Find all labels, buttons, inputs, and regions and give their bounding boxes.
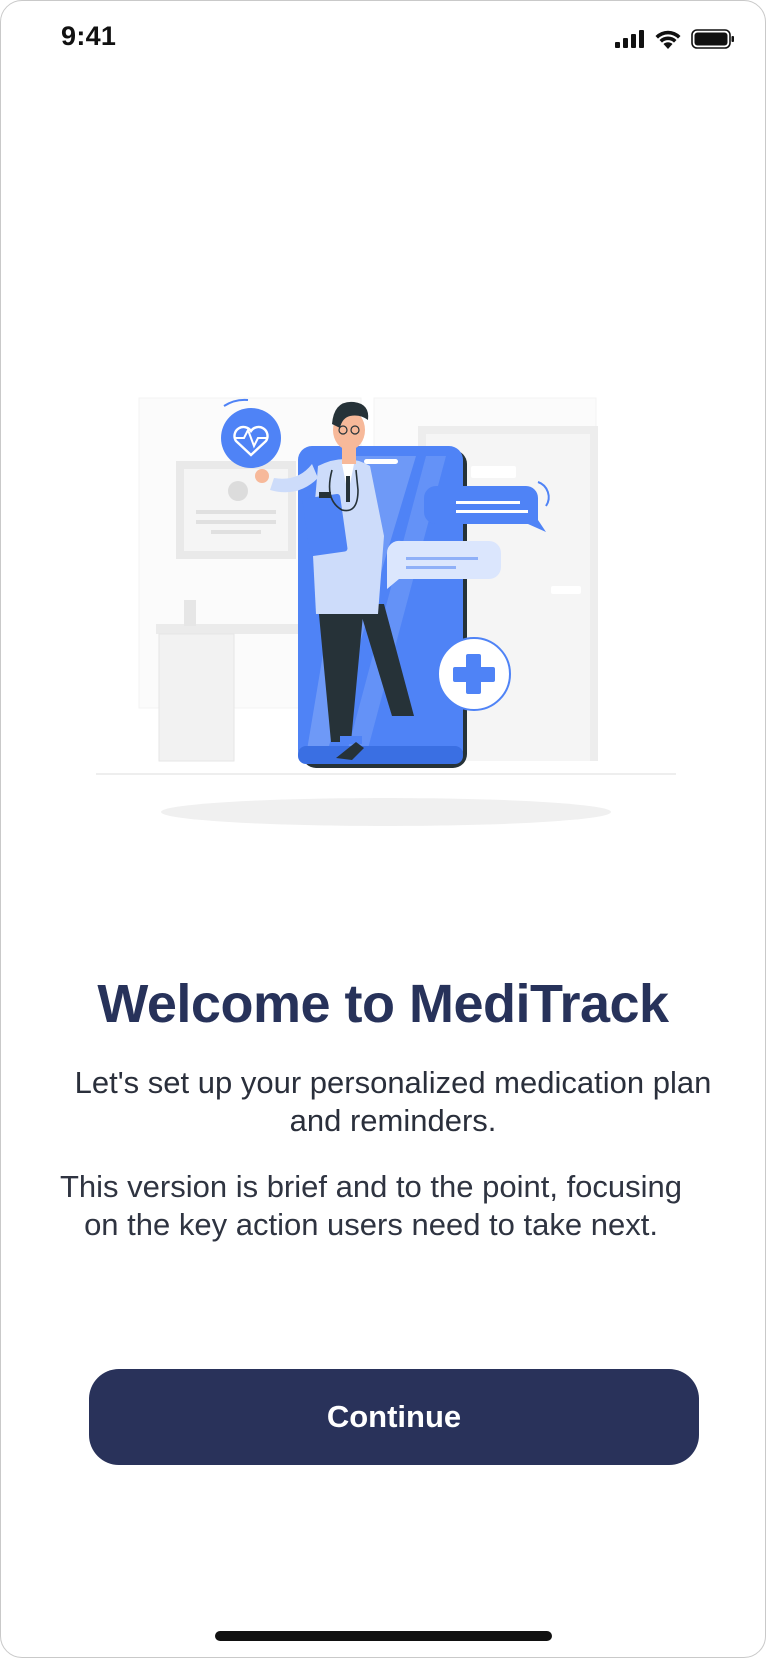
wifi-icon xyxy=(655,30,681,49)
welcome-screen: 9:41 Welcome to MediTrack Let's set up y… xyxy=(0,0,766,1658)
continue-button[interactable]: Continue xyxy=(89,1369,699,1465)
doctor-illustration xyxy=(96,386,676,826)
cellular-signal-icon xyxy=(615,30,645,48)
status-time: 9:41 xyxy=(61,21,117,51)
status-bar: 9:41 xyxy=(1,1,765,81)
welcome-subtitle: Let's set up your personalized medicatio… xyxy=(74,1065,712,1138)
home-indicator xyxy=(215,1631,552,1641)
battery-icon xyxy=(691,29,735,49)
welcome-body-text: This version is brief and to the point, … xyxy=(59,1169,683,1242)
status-icons xyxy=(615,29,735,49)
welcome-title: Welcome to MediTrack xyxy=(97,974,669,1034)
